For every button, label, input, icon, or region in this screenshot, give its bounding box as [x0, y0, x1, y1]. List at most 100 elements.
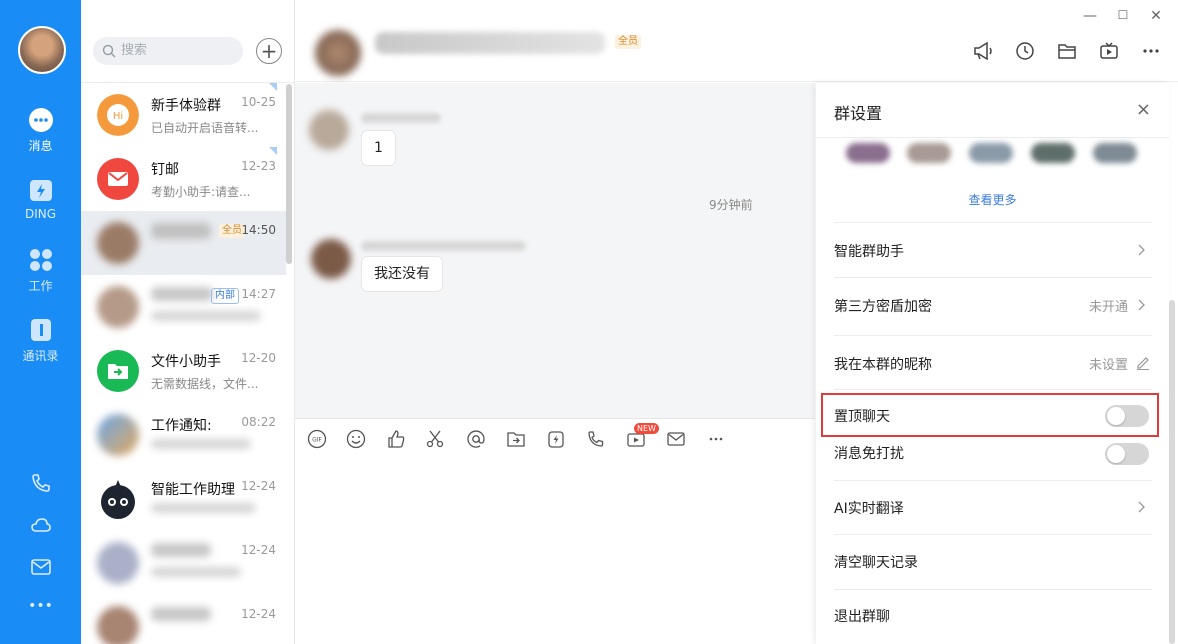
- chat-preview: 考勤小助手:请查...: [151, 185, 251, 199]
- nav-item-contacts[interactable]: 通讯录: [0, 317, 81, 364]
- chat-name: 钉邮: [151, 162, 179, 178]
- chat-item-blurred-1[interactable]: 12-24: [81, 531, 286, 595]
- close-icon: ×: [1135, 99, 1151, 120]
- message-area[interactable]: 1 9分钟前 我还没有: [295, 83, 815, 418]
- chat-preview: [151, 503, 256, 513]
- see-more-link[interactable]: 查看更多: [816, 191, 1169, 208]
- send-file-icon[interactable]: [506, 429, 526, 449]
- contacts-icon: [30, 319, 51, 341]
- more-button[interactable]: •••: [0, 598, 81, 614]
- mail-button[interactable]: [0, 556, 81, 582]
- thumbs-up-icon[interactable]: [386, 429, 406, 449]
- nav-label: 工作: [28, 279, 53, 293]
- gif-icon[interactable]: GIF: [307, 429, 327, 449]
- avatar: [97, 286, 139, 328]
- video-call-icon[interactable]: [586, 429, 606, 449]
- row-label: 消息免打扰: [834, 446, 904, 462]
- panel-scrollbar[interactable]: [1169, 300, 1175, 644]
- chat-name: [151, 607, 211, 621]
- nav-label: DING: [24, 207, 57, 221]
- live-tv-icon[interactable]: [1098, 40, 1120, 62]
- phone-button[interactable]: [0, 472, 81, 498]
- scissors-icon[interactable]: [425, 429, 445, 449]
- minimize-button[interactable]: —: [1080, 8, 1100, 24]
- row-label: 清空聊天记录: [834, 555, 918, 571]
- all-staff-tag: 全员: [615, 35, 641, 49]
- chat-list-pane: 搜索 + Hi 新手体验群 10-25 已自动开启语音转... 钉邮 12-23…: [81, 0, 295, 644]
- row-exit-group[interactable]: 退出群聊: [834, 589, 1152, 644]
- chat-time: 12-24: [241, 479, 276, 493]
- message-bubble[interactable]: 我还没有: [361, 256, 443, 292]
- left-nav: 消息 DING 工作 通讯录 •••: [0, 0, 81, 644]
- row-clear-history[interactable]: 清空聊天记录: [834, 534, 1152, 589]
- maximize-button[interactable]: ☐: [1113, 8, 1133, 22]
- cloud-button[interactable]: [0, 514, 81, 540]
- nav-item-messages[interactable]: 消息: [0, 107, 81, 154]
- search-input[interactable]: 搜索: [93, 37, 243, 65]
- internal-tag: 内部: [211, 288, 239, 304]
- row-third-party-encryption[interactable]: 第三方密盾加密 未开通: [834, 277, 1152, 335]
- chat-name: 文件小助手: [151, 354, 221, 370]
- chat-preview: [151, 311, 261, 321]
- chat-name: [151, 223, 211, 239]
- chat-item-selected-group[interactable]: 全员 14:50: [81, 211, 286, 275]
- add-button[interactable]: +: [256, 38, 282, 64]
- chat-item-work-notice[interactable]: 工作通知: 08:22: [81, 403, 286, 467]
- search-icon: [102, 44, 116, 58]
- nav-label: 通讯录: [22, 349, 59, 363]
- phone-icon: [31, 474, 50, 492]
- nav-item-work[interactable]: 工作: [0, 247, 81, 294]
- chat-item-smart-assistant[interactable]: 智能工作助理 12-24: [81, 467, 286, 531]
- nav-item-ding[interactable]: DING: [0, 177, 81, 221]
- chat-name: [151, 543, 211, 557]
- emoji-icon[interactable]: [346, 429, 366, 449]
- chat-time: 10-25: [241, 95, 276, 109]
- folder-icon[interactable]: [1056, 40, 1078, 62]
- chat-name: 智能工作助理: [151, 482, 235, 498]
- chat-time: 08:22: [241, 415, 276, 429]
- more-icon: •••: [28, 598, 53, 614]
- edit-pencil-icon[interactable]: [1136, 354, 1150, 370]
- user-avatar[interactable]: [18, 26, 66, 74]
- chevron-right-icon: [1138, 501, 1145, 513]
- chat-list-scrollbar[interactable]: [286, 84, 292, 264]
- chat-name: 新手体验群: [151, 98, 221, 114]
- avatar: [97, 222, 139, 264]
- group-avatar[interactable]: [315, 30, 361, 76]
- compose-area[interactable]: GIF NEW: [295, 418, 815, 644]
- chat-time: 12-24: [241, 543, 276, 557]
- row-label: AI实时翻译: [834, 501, 904, 517]
- row-ai-translate[interactable]: AI实时翻译: [834, 480, 1152, 534]
- mute-toggle[interactable]: [1105, 443, 1149, 465]
- chat-item-blurred-2[interactable]: 12-24: [81, 595, 286, 644]
- mail-icon: [30, 559, 51, 575]
- ding-message-icon[interactable]: [546, 429, 566, 449]
- announcement-icon[interactable]: [972, 40, 994, 62]
- mention-icon[interactable]: [466, 429, 486, 449]
- chat-item-newbie-group[interactable]: Hi 新手体验群 10-25 已自动开启语音转...: [81, 83, 286, 147]
- close-window-button[interactable]: ✕: [1146, 8, 1166, 24]
- row-my-nickname[interactable]: 我在本群的昵称 未设置: [834, 335, 1152, 389]
- history-clock-icon[interactable]: [1014, 40, 1036, 62]
- chat-header: 全员 — ☐ ✕: [295, 0, 1178, 82]
- plus-icon: +: [260, 39, 278, 63]
- chat-item-file-helper[interactable]: 文件小助手 12-20 无需数据线，文件...: [81, 339, 286, 403]
- more-options-icon[interactable]: [1140, 40, 1162, 62]
- message-timestamp: 9分钟前: [709, 198, 753, 212]
- row-mute-notifications[interactable]: 消息免打扰: [834, 433, 1152, 480]
- member-avatars-blurred[interactable]: [841, 141, 1151, 179]
- svg-text:GIF: GIF: [312, 437, 322, 444]
- row-smart-assistant[interactable]: 智能群助手: [834, 222, 1152, 277]
- chevron-right-icon: [1138, 299, 1145, 311]
- message-bubble[interactable]: 1: [361, 130, 396, 166]
- sender-name-blurred: [361, 241, 526, 251]
- chat-item-dingmail[interactable]: 钉邮 12-23 考勤小助手:请查...: [81, 147, 286, 211]
- mail-avatar-icon: [97, 158, 139, 200]
- panel-close-button[interactable]: ×: [1136, 99, 1151, 120]
- row-value: 未设置: [1088, 358, 1128, 373]
- row-value: 未开通: [1088, 300, 1128, 315]
- more-tools-icon[interactable]: [706, 429, 726, 449]
- sender-avatar: [311, 239, 351, 279]
- chat-item-internal-group[interactable]: 内部 14:27: [81, 275, 286, 339]
- mail-icon[interactable]: [666, 429, 686, 449]
